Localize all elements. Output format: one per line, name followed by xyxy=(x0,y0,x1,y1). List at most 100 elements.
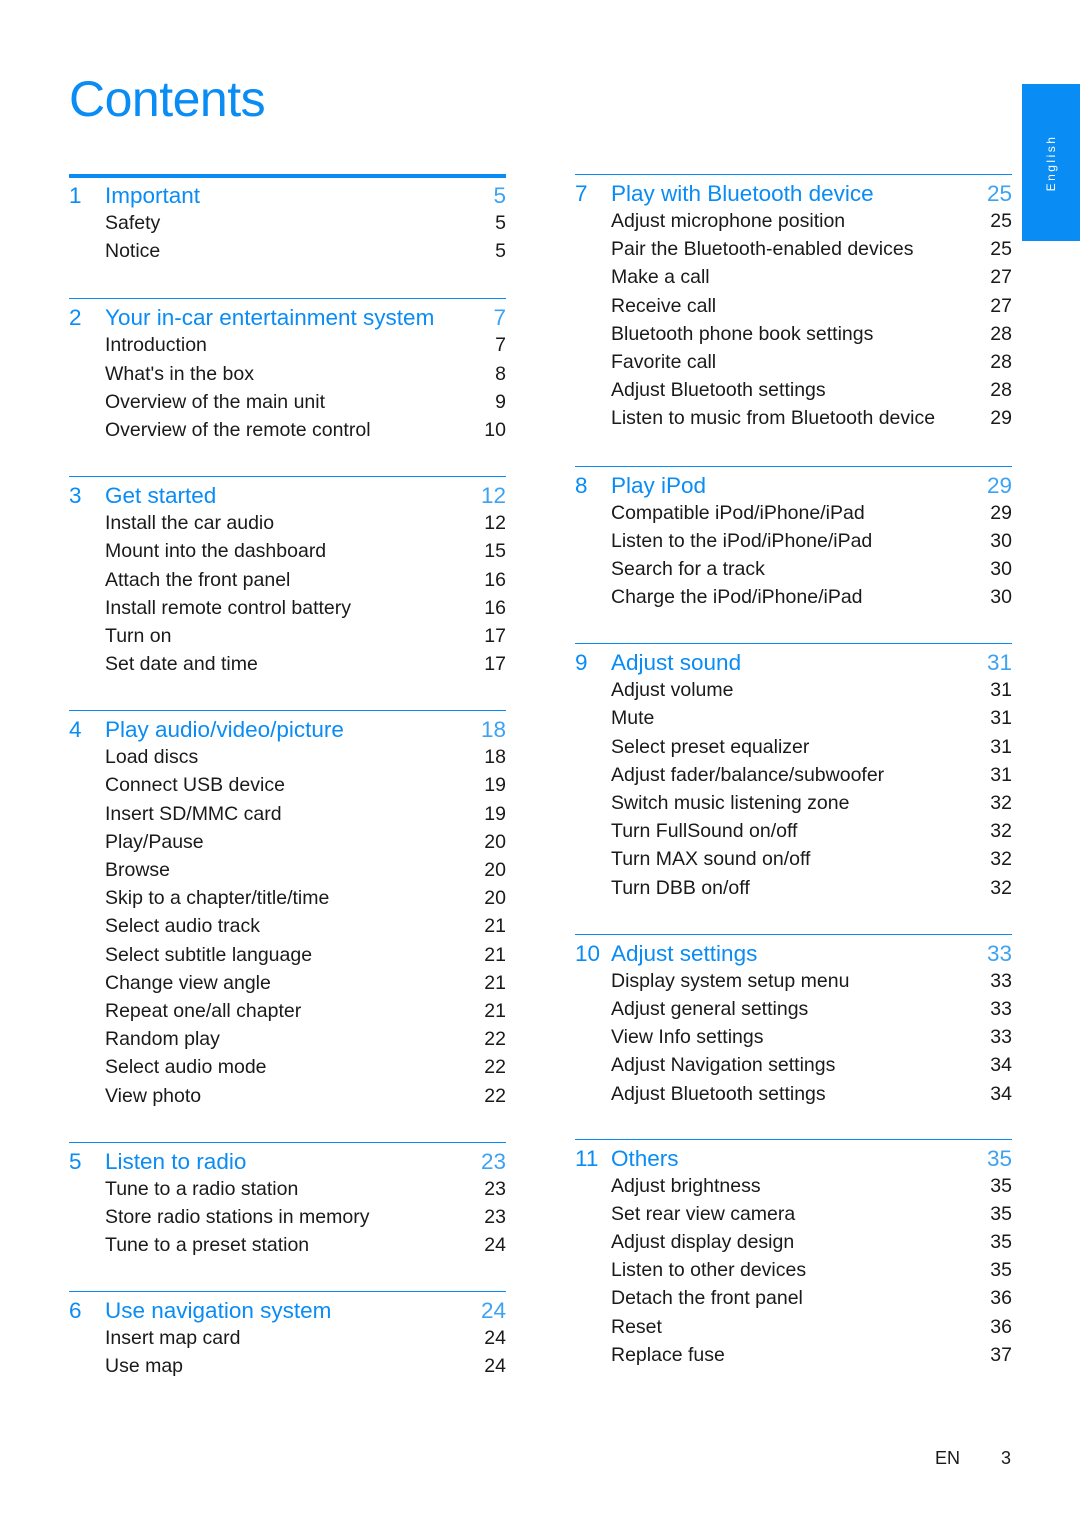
toc-entry[interactable]: Receive call 27 xyxy=(575,295,1012,323)
toc-section-heading[interactable]: 8 Play iPod 29 xyxy=(575,473,1012,502)
toc-entry[interactable]: Use map 24 xyxy=(69,1355,506,1383)
toc-entry[interactable]: Play/Pause 20 xyxy=(69,831,506,859)
toc-entry[interactable]: Turn DBB on/off 32 xyxy=(575,877,1012,905)
toc-entry[interactable]: Adjust brightness 35 xyxy=(575,1175,1012,1203)
entry-page: 15 xyxy=(484,540,506,563)
toc-entry[interactable]: Detach the front panel 36 xyxy=(575,1287,1012,1315)
toc-entry[interactable]: Adjust Bluetooth settings 34 xyxy=(575,1083,1012,1111)
entry-page: 29 xyxy=(990,407,1012,430)
toc-entry[interactable]: Browse 20 xyxy=(69,859,506,887)
toc-entry[interactable]: Install remote control battery 16 xyxy=(69,597,506,625)
entry-title: Detach the front panel xyxy=(611,1287,803,1310)
toc-section-heading[interactable]: 2 Your in-car entertainment system 7 xyxy=(69,305,506,334)
toc-entry[interactable]: Tune to a radio station 23 xyxy=(69,1178,506,1206)
toc-entry[interactable]: Overview of the remote control 10 xyxy=(69,419,506,447)
toc-entry[interactable]: Change view angle 21 xyxy=(69,972,506,1000)
toc-entry[interactable]: Listen to other devices 35 xyxy=(575,1259,1012,1287)
toc-entry[interactable]: Adjust fader/balance/subwoofer 31 xyxy=(575,764,1012,792)
toc-entry[interactable]: Skip to a chapter/title/time 20 xyxy=(69,887,506,915)
toc-entry[interactable]: Adjust volume 31 xyxy=(575,679,1012,707)
entry-title: Charge the iPod/iPhone/iPad xyxy=(611,586,863,609)
toc-entry[interactable]: Install the car audio 12 xyxy=(69,512,506,540)
toc-section-heading[interactable]: 9 Adjust sound 31 xyxy=(575,650,1012,679)
toc-entry[interactable]: Favorite call 28 xyxy=(575,351,1012,379)
entry-page: 32 xyxy=(990,848,1012,871)
toc-entry[interactable]: Tune to a preset station 24 xyxy=(69,1234,506,1262)
toc-entry[interactable]: Connect USB device 19 xyxy=(69,774,506,802)
toc-section-heading[interactable]: 5 Listen to radio 23 xyxy=(69,1149,506,1178)
toc-entry[interactable]: Select audio track 21 xyxy=(69,915,506,943)
entry-page: 33 xyxy=(990,1026,1012,1049)
toc-entry[interactable]: View photo 22 xyxy=(69,1085,506,1113)
toc-entry[interactable]: Insert map card 24 xyxy=(69,1327,506,1355)
entry-page: 5 xyxy=(495,240,506,263)
toc-entry[interactable]: Mount into the dashboard 15 xyxy=(69,540,506,568)
toc-entry[interactable]: Select audio mode 22 xyxy=(69,1056,506,1084)
toc-entry[interactable]: Make a call 27 xyxy=(575,266,1012,294)
section-number: 11 xyxy=(575,1145,599,1171)
toc-entry[interactable]: Adjust general settings 33 xyxy=(575,998,1012,1026)
toc-entry[interactable]: Reset 36 xyxy=(575,1316,1012,1344)
entry-page: 21 xyxy=(484,943,506,966)
toc-entry[interactable]: Overview of the main unit 9 xyxy=(69,391,506,419)
toc-section-heading[interactable]: 11 Others 35 xyxy=(575,1146,1012,1175)
toc-entry[interactable]: Display system setup menu 33 xyxy=(575,970,1012,998)
toc-entry[interactable]: Search for a track 30 xyxy=(575,558,1012,586)
toc-entry[interactable]: Adjust Bluetooth settings 28 xyxy=(575,379,1012,407)
toc-entry[interactable]: Safety 5 xyxy=(69,212,506,240)
toc-entry[interactable]: Turn on 17 xyxy=(69,625,506,653)
toc-entry[interactable]: Replace fuse 37 xyxy=(575,1344,1012,1372)
entry-page: 21 xyxy=(484,915,506,938)
entry-title: Pair the Bluetooth-enabled devices xyxy=(611,238,914,261)
entry-title: Adjust display design xyxy=(611,1231,795,1254)
toc-entry[interactable]: Store radio stations in memory 23 xyxy=(69,1206,506,1234)
section-title: Adjust sound xyxy=(611,650,742,676)
entry-title: Skip to a chapter/title/time xyxy=(105,887,330,910)
entry-page: 28 xyxy=(990,379,1012,402)
toc-entry[interactable]: Introduction 7 xyxy=(69,334,506,362)
toc-entry[interactable]: Repeat one/all chapter 21 xyxy=(69,1000,506,1028)
toc-section: 11 Others 35 Adjust brightness 35 Set rear vi… xyxy=(575,1138,1012,1372)
toc-entry[interactable]: Select subtitle language 21 xyxy=(69,944,506,972)
entry-title: Overview of the main unit xyxy=(105,390,326,413)
toc-entry[interactable]: Insert SD/MMC card 19 xyxy=(69,803,506,831)
toc-entry[interactable]: Adjust Navigation settings 34 xyxy=(575,1054,1012,1082)
toc-entry[interactable]: Turn FullSound on/off 32 xyxy=(575,820,1012,848)
entry-title: Adjust brightness xyxy=(611,1174,761,1197)
toc-entry[interactable]: Bluetooth phone book settings 28 xyxy=(575,323,1012,351)
toc-entry[interactable]: Adjust microphone position 25 xyxy=(575,210,1012,238)
entry-page: 35 xyxy=(990,1202,1012,1225)
toc-entry[interactable]: Set date and time 17 xyxy=(69,653,506,681)
toc-entry[interactable]: Charge the iPod/iPhone/iPad 30 xyxy=(575,586,1012,614)
toc-entry[interactable]: What's in the box 8 xyxy=(69,363,506,391)
entry-page: 35 xyxy=(990,1174,1012,1197)
toc-entry[interactable]: Random play 22 xyxy=(69,1028,506,1056)
toc-entry[interactable]: Turn MAX sound on/off 32 xyxy=(575,848,1012,876)
toc-entry[interactable]: Attach the front panel 16 xyxy=(69,569,506,597)
toc-entry[interactable]: Switch music listening zone 32 xyxy=(575,792,1012,820)
toc-entry[interactable]: Pair the Bluetooth-enabled devices 25 xyxy=(575,238,1012,266)
toc-entry[interactable]: Compatible iPod/iPhone/iPad 29 xyxy=(575,502,1012,530)
page-title: Contents xyxy=(69,71,266,127)
section-page: 12 xyxy=(480,483,506,509)
toc-section-heading[interactable]: 10 Adjust settings 33 xyxy=(575,941,1012,970)
toc-entry[interactable]: View Info settings 33 xyxy=(575,1026,1012,1054)
section-title: Listen to radio xyxy=(105,1148,247,1174)
toc-section-heading[interactable]: 3 Get started 12 xyxy=(69,483,506,512)
toc-entry[interactable]: Listen to the iPod/iPhone/iPad 30 xyxy=(575,530,1012,558)
toc-entry[interactable]: Load discs 18 xyxy=(69,746,506,774)
toc-section-heading[interactable]: 6 Use navigation system 24 xyxy=(69,1298,506,1327)
toc-entry[interactable]: Set rear view camera 35 xyxy=(575,1203,1012,1231)
toc-entry[interactable]: Listen to music from Bluetooth device 29 xyxy=(575,407,1012,435)
toc-section-heading[interactable]: 4 Play audio/video/picture 18 xyxy=(69,717,506,746)
toc-entry[interactable]: Mute 31 xyxy=(575,707,1012,735)
entry-title: Overview of the remote control xyxy=(105,418,371,441)
toc-entry[interactable]: Notice 5 xyxy=(69,240,506,268)
section-title: Your in-car entertainment system xyxy=(105,305,435,331)
entry-title: View photo xyxy=(105,1084,202,1107)
toc-section-heading[interactable]: 7 Play with Bluetooth device 25 xyxy=(575,181,1012,210)
toc-section-heading[interactable]: 1 Important 5 xyxy=(69,183,506,212)
entry-title: Search for a track xyxy=(611,557,765,580)
toc-entry[interactable]: Select preset equalizer 31 xyxy=(575,736,1012,764)
toc-entry[interactable]: Adjust display design 35 xyxy=(575,1231,1012,1259)
